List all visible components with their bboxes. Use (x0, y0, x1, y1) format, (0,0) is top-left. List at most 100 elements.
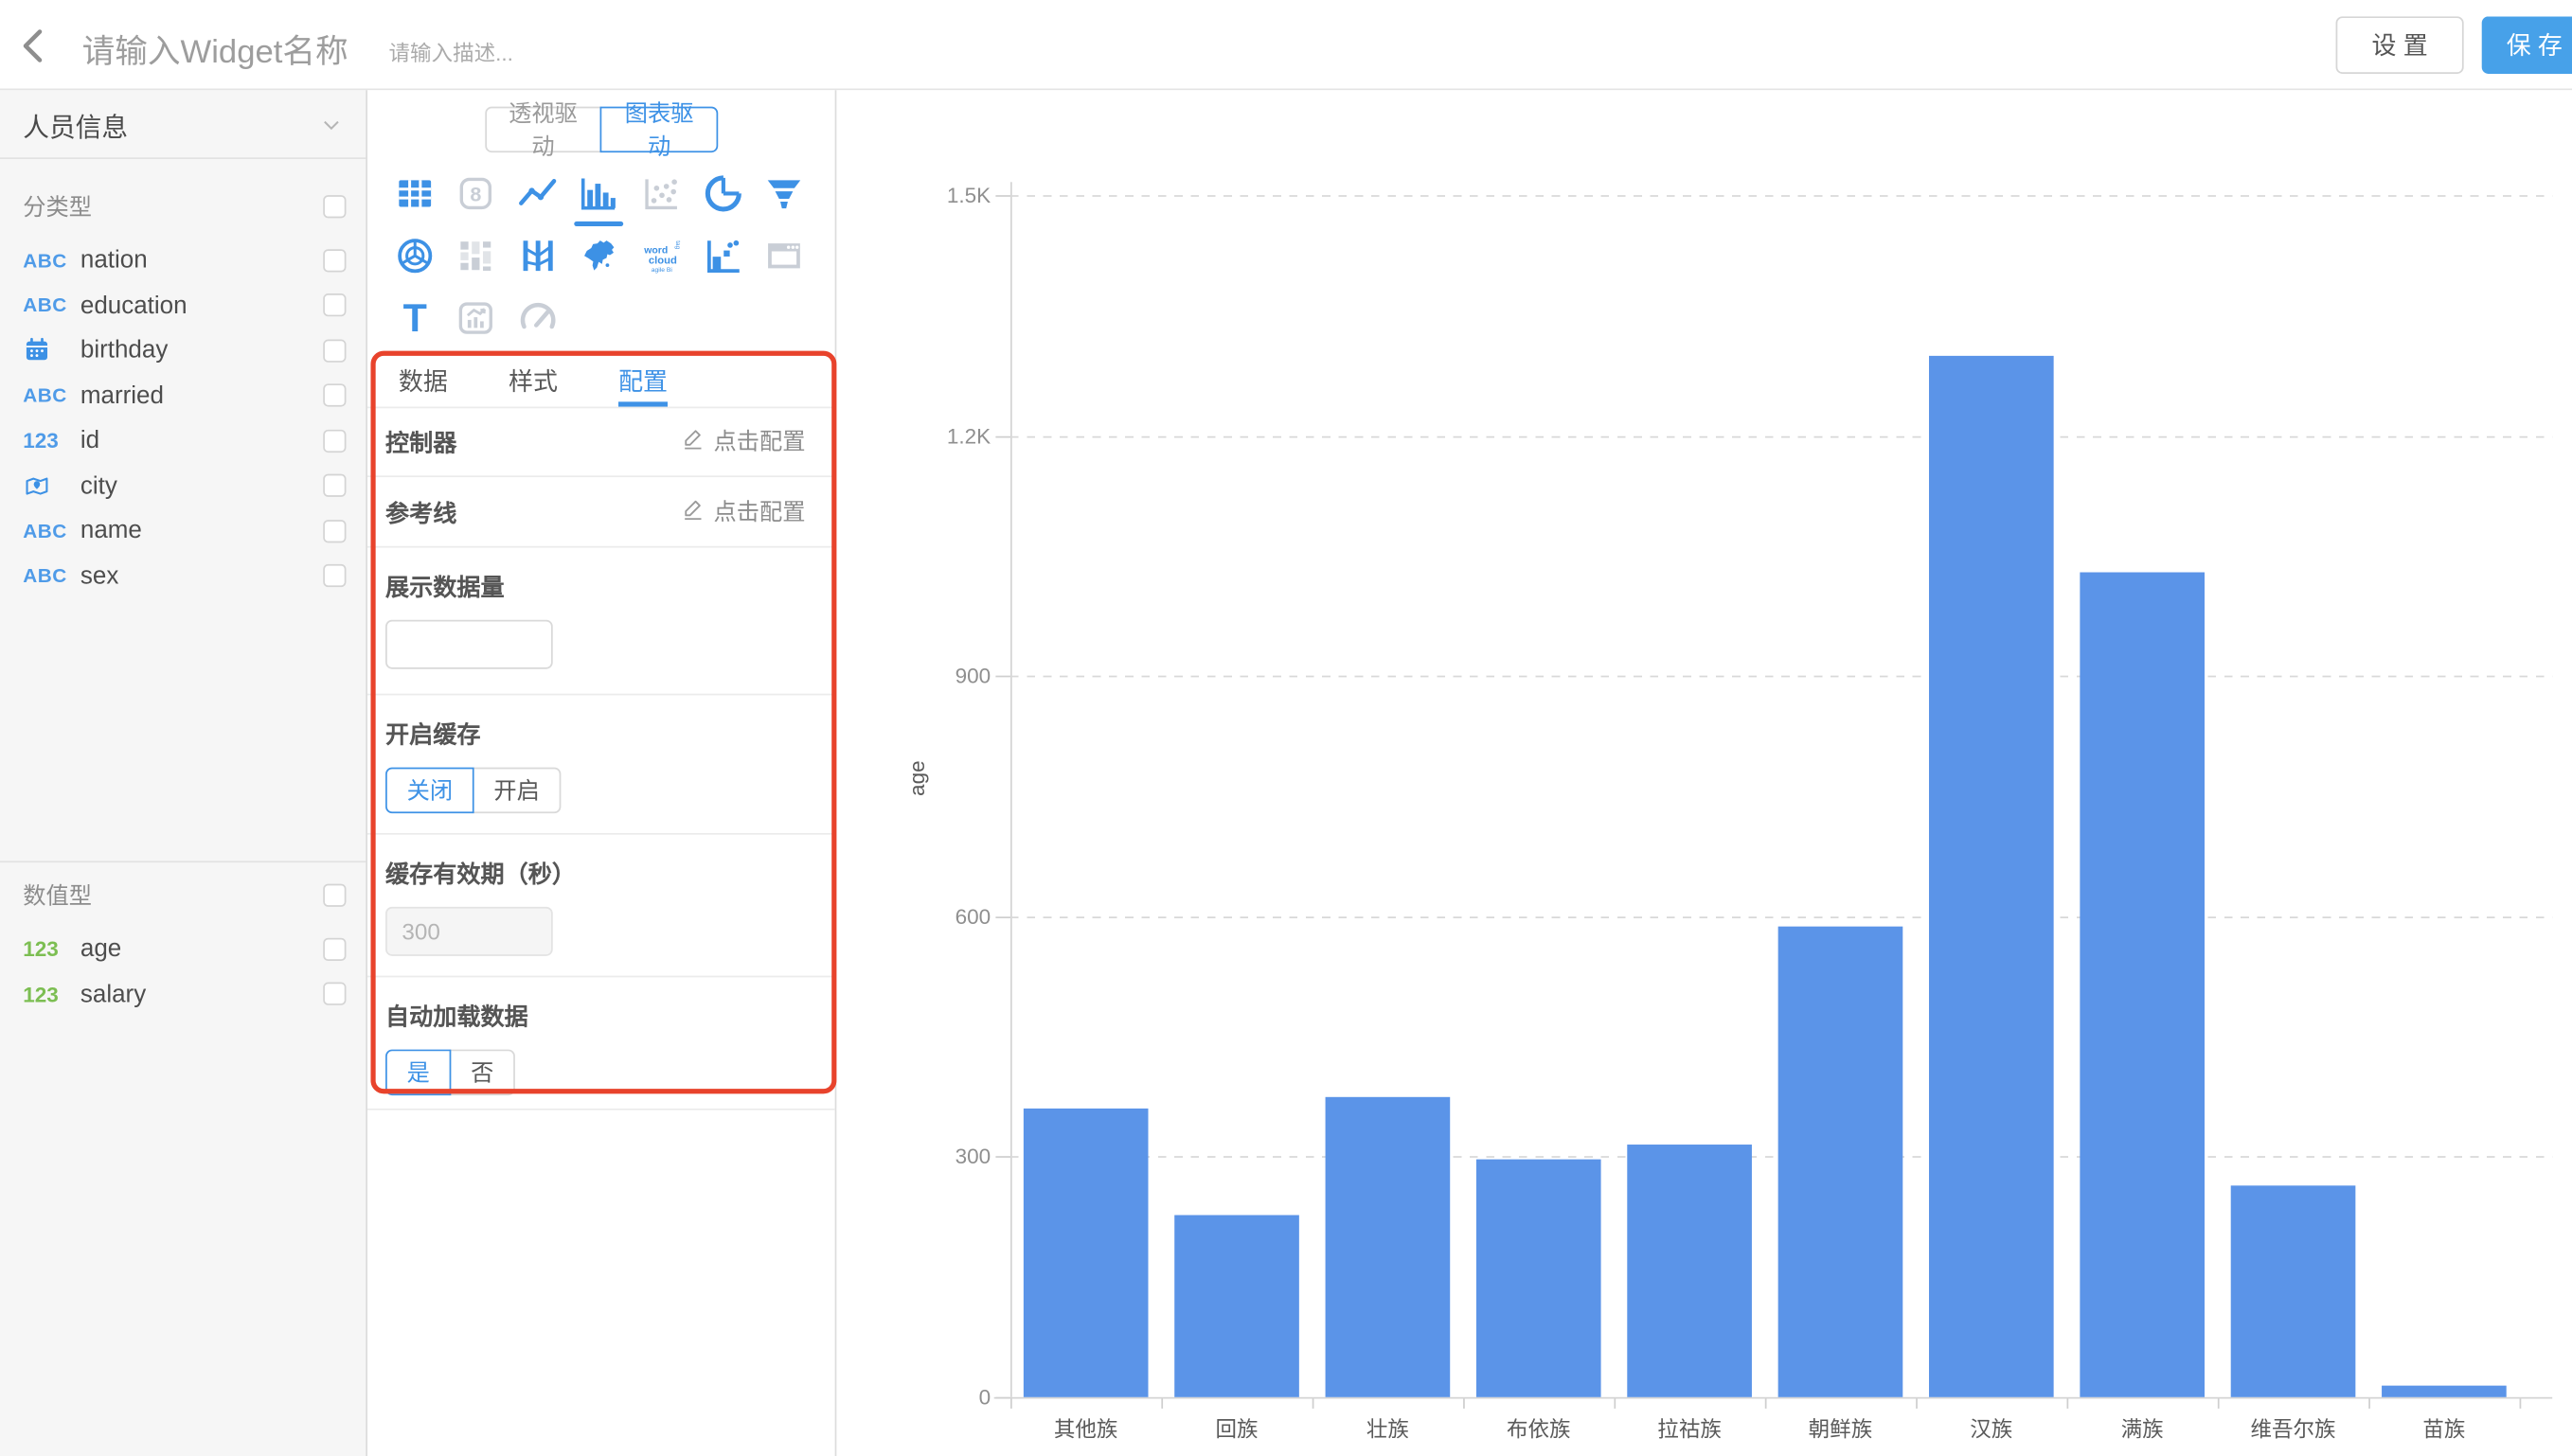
autoload-option[interactable]: 是 (385, 1050, 451, 1095)
chart-bar-回族[interactable] (1174, 1215, 1299, 1397)
field-checkbox[interactable] (323, 429, 346, 452)
field-checkbox[interactable] (323, 564, 346, 587)
china-map-icon[interactable] (579, 235, 621, 277)
svg-text:agile Bi: agile Bi (652, 267, 673, 274)
field-row-name[interactable]: ABCname (0, 508, 366, 554)
section-checkbox[interactable] (323, 195, 346, 218)
driver-tab[interactable]: 图表驱动 (600, 107, 718, 152)
gridline (1010, 676, 2552, 678)
header: 请输入Widget名称 请输入描述... 设 置 保 存 (0, 0, 2572, 90)
x-axis-label: 朝鲜族 (1765, 1412, 1916, 1443)
field-checkbox[interactable] (323, 937, 346, 960)
bar-chart-icon[interactable] (579, 172, 621, 215)
field-row-education[interactable]: ABCeducation (0, 283, 366, 328)
svg-text:tag: tag (674, 240, 681, 249)
wordcloud-chart-icon[interactable]: wordcloudagile Bitag (640, 235, 683, 277)
field-label: sex (80, 562, 118, 590)
back-button[interactable] (13, 25, 56, 67)
dataset-header[interactable]: 人员信息 (0, 90, 366, 159)
radar-chart-icon[interactable] (393, 235, 436, 277)
cache-option[interactable]: 开启 (473, 768, 562, 813)
chevron-down-icon (320, 113, 343, 135)
field-checkbox[interactable] (323, 339, 346, 362)
widget-name-input[interactable]: 请输入Widget名称 (82, 25, 348, 72)
x-axis-tick (1010, 1399, 1012, 1409)
edit-pencil-icon (681, 426, 706, 455)
chart-bar-拉祜族[interactable] (1627, 1145, 1752, 1397)
chart-bar-维吾尔族[interactable] (2231, 1186, 2356, 1397)
x-axis-label: 汉族 (1916, 1412, 2066, 1443)
reference-line-configure-link[interactable]: 点击配置 (681, 495, 806, 528)
field-row-nation[interactable]: ABCnation (0, 238, 366, 283)
display-count-row: 展示数据量 (367, 548, 835, 696)
autoload-option[interactable]: 否 (450, 1050, 515, 1095)
boxplot-chart-icon[interactable] (702, 235, 744, 277)
chart-bar-朝鲜族[interactable] (1778, 927, 1903, 1397)
field-section-header: 数值型 (0, 874, 366, 916)
field-row-married[interactable]: ABCmarried (0, 373, 366, 418)
scatter-chart-icon[interactable] (640, 172, 683, 215)
cache-ttl-input[interactable] (385, 907, 553, 956)
panel-tab-样式[interactable]: 样式 (509, 364, 558, 407)
svg-text:8: 8 (471, 182, 482, 205)
field-label: education (80, 292, 188, 319)
panel-tab-数据[interactable]: 数据 (399, 364, 448, 407)
field-checkbox[interactable] (323, 520, 346, 542)
gauge-chart-icon[interactable] (516, 297, 559, 340)
field-row-age[interactable]: 123age (0, 927, 366, 972)
pie-chart-icon[interactable] (702, 172, 744, 215)
save-button[interactable]: 保 存 (2482, 16, 2572, 74)
field-checkbox[interactable] (323, 384, 346, 407)
crosstab-chart-icon[interactable] (455, 235, 497, 277)
field-row-birthday[interactable]: birthday (0, 328, 366, 373)
x-axis-tick (1614, 1399, 1616, 1409)
table-chart-icon[interactable] (393, 172, 436, 215)
funnel-chart-icon[interactable] (763, 172, 806, 215)
section-checkbox[interactable] (323, 884, 346, 907)
field-row-salary[interactable]: 123salary (0, 971, 366, 1017)
field-row-id[interactable]: 123id (0, 418, 366, 464)
chart-bar-满族[interactable] (2080, 572, 2205, 1397)
field-checkbox[interactable] (323, 293, 346, 316)
settings-button[interactable]: 设 置 (2336, 16, 2464, 74)
chart-bar-汉族[interactable] (1929, 355, 2054, 1396)
trend-chart-icon[interactable] (455, 297, 497, 340)
controller-label: 控制器 (385, 424, 456, 458)
x-axis-label: 苗族 (2368, 1412, 2519, 1443)
iframe-widget-icon[interactable] (763, 235, 806, 277)
x-axis-label: 满族 (2066, 1412, 2217, 1443)
panel-tab-配置[interactable]: 配置 (618, 364, 668, 407)
chart-bar-布依族[interactable] (1476, 1160, 1601, 1397)
text-widget-icon[interactable]: T (393, 297, 436, 340)
field-checkbox[interactable] (323, 983, 346, 1005)
field-checkbox[interactable] (323, 474, 346, 497)
x-axis-tick (2520, 1399, 2522, 1409)
line-chart-icon[interactable] (516, 172, 559, 215)
field-checkbox[interactable] (323, 249, 346, 272)
panel-tabs: 数据 样式 配置 (367, 364, 835, 409)
field-label: age (80, 935, 121, 963)
chart-bar-壮族[interactable] (1326, 1096, 1451, 1396)
cache-toggle: 关闭开启 (385, 768, 805, 813)
chart-bar-其他族[interactable] (1024, 1109, 1149, 1397)
x-axis-label: 拉祜族 (1614, 1412, 1764, 1443)
widget-description-input[interactable]: 请输入描述... (389, 36, 513, 67)
controller-configure-link[interactable]: 点击配置 (681, 425, 806, 458)
parallel-chart-icon[interactable] (516, 235, 559, 277)
section-divider (0, 861, 366, 862)
x-axis-label: 布依族 (1463, 1412, 1614, 1443)
y-axis-label: 300 (869, 1145, 991, 1169)
svg-text:T: T (402, 297, 426, 340)
driver-tab[interactable]: 透视驱动 (484, 107, 601, 152)
field-row-city[interactable]: city (0, 463, 366, 508)
display-count-input[interactable] (385, 620, 553, 669)
field-label: city (80, 471, 117, 499)
chart-bar-苗族[interactable] (2382, 1386, 2507, 1397)
edit-pencil-icon (681, 497, 706, 526)
field-row-sex[interactable]: ABCsex (0, 554, 366, 599)
chart-config-panel: 透视驱动图表驱动 8wordcloudagile BitagT 数据样式配置 控… (367, 90, 836, 1456)
field-label: id (80, 427, 99, 454)
cache-option[interactable]: 关闭 (385, 768, 474, 813)
x-axis-tick (1916, 1399, 1918, 1409)
kpi-number-icon[interactable]: 8 (455, 172, 497, 215)
